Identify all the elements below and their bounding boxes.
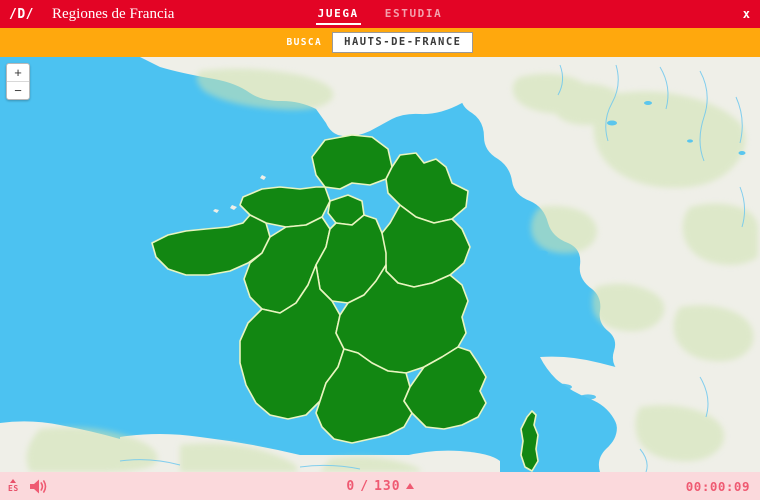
- score-current: 0: [346, 478, 356, 494]
- zoom-out-button[interactable]: −: [7, 82, 29, 99]
- timer-display: 00:00:09: [685, 478, 750, 494]
- chevron-up-icon-score[interactable]: [405, 482, 414, 489]
- score-display: 0 / 130: [0, 472, 760, 500]
- prompt-bar: BUSCA HAUTS-DE-FRANCE: [0, 28, 760, 57]
- prompt-target-name: HAUTS-DE-FRANCE: [332, 31, 474, 54]
- footer-left-controls: ES: [8, 472, 48, 500]
- close-icon[interactable]: x: [743, 0, 750, 28]
- chevron-up-icon: [10, 479, 17, 483]
- page-title: Regiones de Francia: [51, 5, 175, 22]
- tab-estudia[interactable]: ESTUDIA: [383, 4, 445, 24]
- language-code: ES: [8, 484, 19, 493]
- brand-logo[interactable]: /D/: [9, 7, 34, 22]
- app-footer: ES 0 / 130 00:00:09: [0, 472, 760, 500]
- sound-toggle-button[interactable]: [28, 478, 48, 495]
- game-app: /D/ Regiones de Francia JUEGA ESTUDIA x …: [0, 0, 760, 500]
- speaker-icon: [29, 479, 46, 493]
- map-graphic: [0, 57, 760, 472]
- score-separator: /: [360, 478, 370, 494]
- map-canvas[interactable]: + −: [0, 57, 760, 472]
- app-header: /D/ Regiones de Francia JUEGA ESTUDIA x: [0, 0, 760, 28]
- language-selector[interactable]: ES: [8, 479, 19, 493]
- prompt-label: BUSCA: [286, 37, 323, 48]
- zoom-in-button[interactable]: +: [7, 64, 29, 82]
- map-zoom-controls: + −: [6, 63, 30, 100]
- score-total: 130: [374, 478, 401, 494]
- tab-juega[interactable]: JUEGA: [315, 4, 361, 25]
- region-hauts-de-france: [311, 134, 393, 190]
